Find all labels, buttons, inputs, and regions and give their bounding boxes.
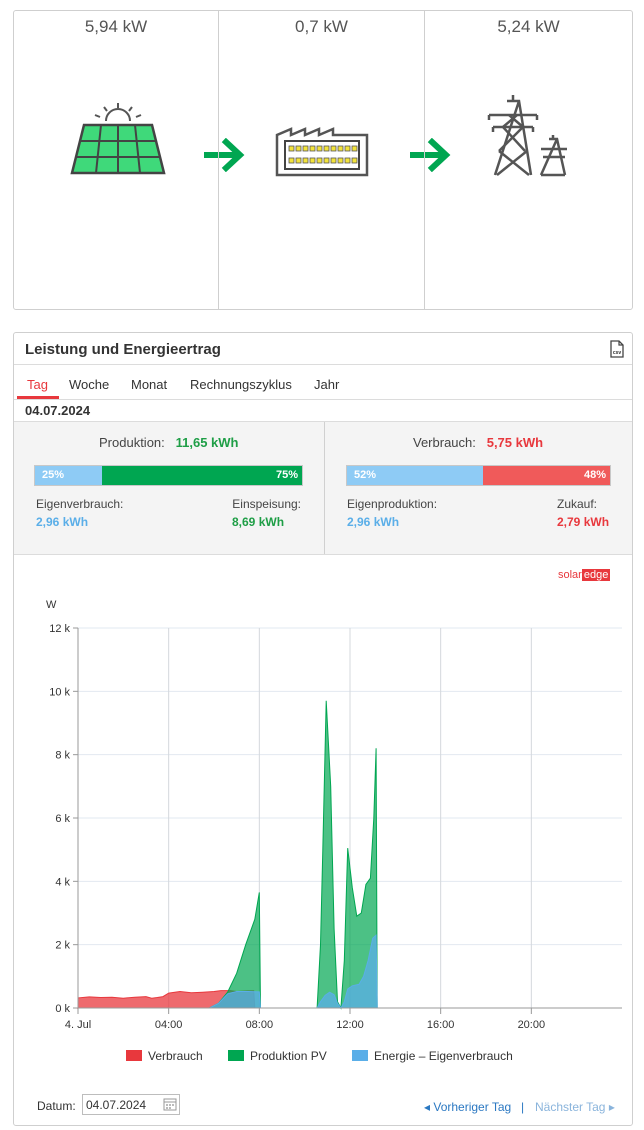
y-tick-label: 4 k [55,876,70,888]
power-flow-panel: 5,94 kW 0,7 kW 5,24 kW [13,10,633,310]
x-tick-label: 08:00 [246,1019,274,1031]
y-tick-label: 6 k [55,813,70,825]
series-area-1 [209,700,378,1010]
x-tick-label: 4. Jul [65,1019,91,1031]
consumption-power-value: 0,7 kW [295,17,348,36]
legend-item-production[interactable]: Produktion PV [228,1049,327,1063]
date-label: Datum: [37,1099,76,1113]
solar-panel-icon [70,103,166,175]
nav-separator: | [521,1100,525,1114]
energy-panel: Leistung und Energieertrag csv Tag Woche… [13,332,633,1126]
previous-day-link[interactable]: ◂ Vorheriger Tag [424,1100,511,1114]
y-tick-label: 0 k [55,1003,70,1015]
grid-power-value: 5,24 kW [497,17,560,36]
previous-day-label: Vorheriger Tag [433,1100,512,1114]
y-tick-label: 8 k [55,750,70,762]
x-tick-label: 16:00 [427,1019,455,1031]
next-day-label: Nächster Tag [535,1100,606,1114]
y-tick-label: 2 k [55,940,70,952]
pv-power-value: 5,94 kW [84,17,148,36]
power-grid-icon [487,95,567,177]
x-tick-label: 04:00 [155,1019,183,1031]
x-tick-label: 12:00 [336,1019,364,1031]
x-tick-label: 20:00 [518,1019,546,1031]
y-tick-label: 12 k [49,623,70,635]
y-axis-unit: W [46,599,57,611]
consumption-column: 0,7 kW [219,11,424,309]
calendar-icon[interactable] [163,1097,177,1111]
pv-column: 5,94 kW [14,11,218,309]
legend-item-self-consumption[interactable]: Energie – Eigenverbrauch [352,1049,513,1063]
grid-column: 5,24 kW [425,11,632,309]
next-day-link[interactable]: Nächster Tag ▸ [535,1100,615,1114]
factory-icon [275,127,369,177]
power-chart: W 0 k 2 k 4 k 6 k 8 k 10 k 12 k 4. Jul 04:00 08:00… [46,599,622,1031]
chart-legend: Verbrauch Produktion PV Energie – Eigenv… [14,1049,632,1069]
legend-item-consumption[interactable]: Verbrauch [126,1049,203,1063]
y-tick-label: 10 k [49,686,70,698]
